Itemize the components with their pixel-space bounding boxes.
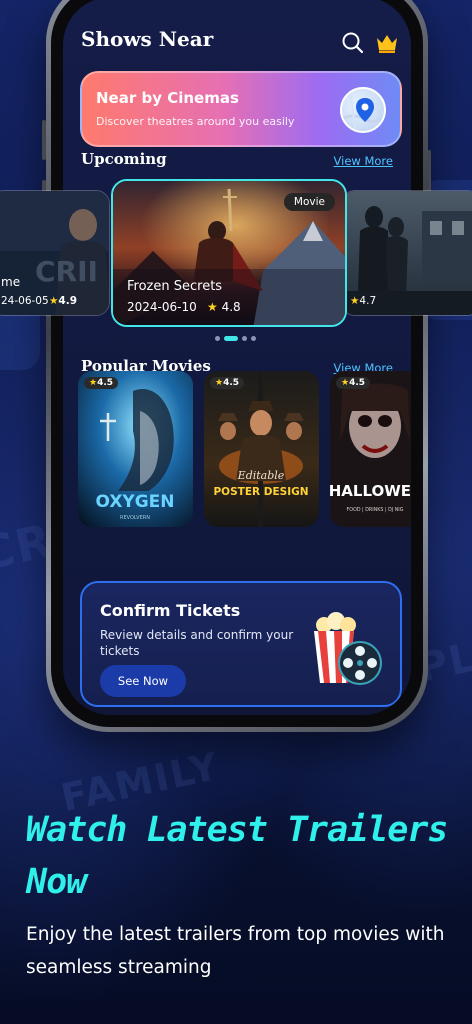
movie-poster: OXYGEN REVOLVERN [78, 371, 193, 527]
crown-icon[interactable] [375, 31, 399, 55]
upcoming-card-rating: ★ 4.8 [207, 300, 241, 314]
upcoming-movie-card[interactable]: ★4.7 [341, 190, 472, 316]
upcoming-view-more-link[interactable]: View More [334, 154, 393, 168]
carousel-dot[interactable] [251, 336, 256, 341]
upcoming-card-rating: ★4.7 [350, 295, 377, 307]
poster-subtitle: FOOD | DRINKS | DJ NIG [347, 507, 404, 513]
upcoming-card-date: 24-06-05 [1, 295, 49, 307]
rating-badge: ★4.5 [210, 377, 245, 389]
popular-movie-card[interactable]: Editable POSTER DESIGN ★4.5 [204, 371, 319, 527]
star-icon: ★ [207, 300, 218, 314]
ticket-card-subtitle: Review details and confirm your tickets [100, 628, 294, 658]
movie-type-tag: Movie [283, 193, 335, 211]
banner-subtitle: Discover theatres around you easily [96, 115, 295, 128]
carousel-dot-active[interactable] [224, 336, 238, 341]
popular-movie-card[interactable]: HALLOWEE FOOD | DRINKS | DJ NIG ★4.5 [330, 371, 411, 527]
popcorn-film-reel-icon [314, 612, 382, 685]
carousel-dot[interactable] [242, 336, 247, 341]
app-title: Shows Near [81, 27, 214, 51]
ticket-card-title: Confirm Tickets [100, 601, 241, 620]
popular-movie-card[interactable]: OXYGEN REVOLVERN ★4.5 [78, 371, 193, 527]
carousel-dot[interactable] [215, 336, 220, 341]
poster-title: OXYGEN [95, 492, 174, 512]
movie-poster: Editable POSTER DESIGN [204, 371, 319, 527]
rating-badge: ★4.5 [84, 377, 119, 389]
star-icon: ★ [215, 378, 224, 388]
promo-title: Watch Latest Trailers Now [26, 810, 449, 902]
upcoming-card-name: me [1, 275, 21, 289]
upcoming-featured-card[interactable]: Movie Frozen Secrets 2024-06-10 ★ 4.8 [111, 179, 347, 327]
upcoming-card-date: 2024-06-10 [127, 300, 197, 314]
star-icon: ★ [89, 378, 98, 388]
star-icon: ★ [49, 295, 59, 307]
upcoming-heading: Upcoming [81, 150, 167, 168]
promo-subtitle: Enjoy the latest trailers from top movie… [26, 924, 445, 978]
upcoming-card-rating: ★4.9 [49, 295, 78, 307]
poster-subtitle: Editable [237, 469, 285, 482]
carousel-pagination[interactable] [215, 336, 256, 341]
map-pin-icon [340, 87, 386, 133]
app-screen: Shows Near Near by Cinemas Discover thea… [63, 0, 411, 715]
banner-title: Near by Cinemas [96, 89, 239, 107]
star-icon: ★ [350, 295, 360, 307]
phone-frame: Shows Near Near by Cinemas Discover thea… [46, 0, 428, 732]
movie-poster: HALLOWEE FOOD | DRINKS | DJ NIG [330, 371, 411, 527]
upcoming-card-name: Frozen Secrets [127, 279, 223, 294]
nearby-cinemas-banner[interactable]: Near by Cinemas Discover theatres around… [80, 71, 402, 147]
confirm-tickets-card: Confirm Tickets Review details and confi… [80, 581, 402, 707]
star-icon: ★ [341, 378, 350, 388]
poster-title: POSTER DESIGN [213, 486, 308, 498]
rating-badge: ★4.5 [336, 377, 371, 389]
poster-subtitle: REVOLVERN [120, 515, 150, 521]
search-icon[interactable] [341, 31, 365, 55]
see-now-button[interactable]: See Now [100, 665, 186, 697]
poster-title: HALLOWEE [330, 482, 411, 500]
upcoming-movie-card[interactable]: CRII me 24-06-05 ★4.9 [0, 190, 110, 316]
